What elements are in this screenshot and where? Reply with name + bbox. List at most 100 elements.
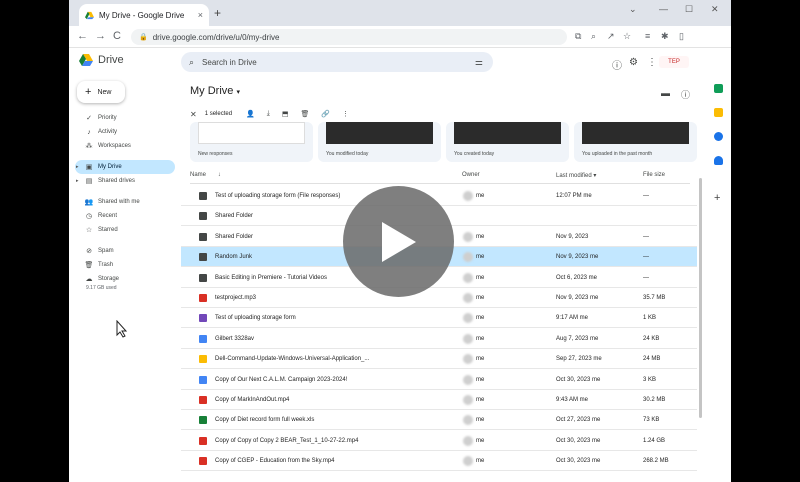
table-row[interactable]: Copy of Our Next C.A.L.M. Campaign 2023-… (181, 370, 697, 390)
table-row[interactable]: Test of uploading storage form me 9:17 AM … (181, 308, 697, 329)
file-name: Basic Editing in Premiere - Tutorial Vid… (215, 274, 327, 281)
tab-close-icon[interactable]: × (198, 10, 203, 20)
add-addon-icon[interactable]: + (714, 192, 723, 204)
account-brand-badge[interactable]: ΤΕΡ (659, 56, 689, 68)
sidebar-item-shared-drives[interactable]: ▸ ▤ Shared drives (75, 174, 175, 188)
suggested-card[interactable]: New responses (190, 122, 313, 162)
calendar-icon[interactable] (714, 84, 723, 93)
owner-avatar (463, 333, 473, 344)
tab-title: My Drive - Google Drive (99, 10, 185, 20)
owner-avatar (463, 435, 473, 446)
expand-caret-icon[interactable]: ▸ (76, 178, 79, 184)
download-icon[interactable]: ⤓ (267, 110, 270, 118)
sidebar-item-my-drive[interactable]: ▸ ▣ My Drive (75, 160, 175, 174)
sidebar-item-starred[interactable]: ☆ Starred (75, 223, 175, 237)
url-bar[interactable]: 🔒 drive.google.com/drive/u/0/my-drive (131, 29, 567, 45)
details-info-icon[interactable]: ⓘ (681, 88, 690, 101)
table-row[interactable]: Copy of CGEP - Education from the Sky.mp… (181, 451, 697, 472)
help-icon[interactable]: ⓘ (612, 57, 622, 72)
search-input[interactable]: ⌕ Search in Drive ⚌ (181, 52, 493, 72)
table-row[interactable]: testproject.mp3meNov 9, 2023 me35.7 MB⋮ (181, 288, 697, 308)
suggested-thumbnail (582, 122, 689, 144)
sidebar-item-activity[interactable]: ♪ Activity (75, 125, 175, 139)
sidebar-item-spam[interactable]: ⊘ Spam (75, 244, 175, 258)
column-header-name[interactable]: Name ↓ (190, 172, 221, 178)
list-view-icon[interactable]: ▬ (661, 88, 670, 98)
delete-trash-icon[interactable]: 🗑 (301, 110, 310, 118)
settings-gear-icon[interactable]: ⚙ (629, 57, 638, 68)
file-name: Copy of MarkInAndOut.mp4 (215, 397, 290, 403)
sidebar-item-storage[interactable]: ☁ Storage (75, 272, 175, 286)
suggested-card[interactable]: You uploaded in the past month (574, 122, 697, 162)
contacts-icon[interactable] (714, 156, 723, 165)
sort-arrow-icon[interactable]: ↓ (218, 172, 221, 178)
new-tab-button[interactable]: + (214, 6, 221, 20)
drive-favicon-icon (85, 11, 94, 19)
zoom-icon[interactable]: ⌕ (591, 31, 596, 42)
clear-selection-close-icon[interactable]: ✕ (190, 110, 197, 119)
table-row[interactable]: Copy of MarkInAndOut.mp4 me 9:43 AM me 30.2… (181, 390, 697, 410)
keep-icon[interactable] (714, 108, 723, 117)
install-icon[interactable]: ⧉ (575, 31, 581, 42)
video-play-button[interactable] (343, 186, 454, 297)
table-row[interactable]: Gilbert 3328avmeAug 7, 2023 me24 KB⋮ (181, 329, 697, 349)
workspaces-icon: ⁂ (85, 143, 93, 150)
column-header-owner[interactable]: Owner (462, 172, 480, 178)
table-row[interactable]: Copy of Copy of Copy 2 BEAR_Test_1_10-27… (181, 431, 697, 451)
drive-logo[interactable]: Drive (79, 54, 124, 66)
file-last-modified: Nov 9, 2023 me (556, 295, 599, 301)
move-to-folder-icon[interactable]: ⬒ (282, 110, 289, 118)
expand-caret-icon[interactable]: ▸ (76, 164, 79, 170)
chevron-down-icon[interactable]: ⌄ (629, 4, 637, 15)
browser-tab[interactable]: My Drive - Google Drive × (79, 4, 209, 26)
file-name: Copy of Diet record form full week.xls (215, 417, 315, 424)
minimize-button[interactable]: — (659, 4, 668, 14)
selection-toolbar: ✕ 1 selected 👤 ⤓ ⬒ 🗑 🔗 ⋮ (190, 107, 698, 121)
table-row[interactable]: Dell-Command-Update-Windows-Universal-Ap… (181, 349, 697, 370)
maximize-button[interactable]: ☐ (685, 4, 693, 15)
suggested-card[interactable]: You created today (446, 122, 569, 162)
suggested-card[interactable]: You modified today (318, 122, 441, 162)
table-row[interactable]: Copy of Diet record form full week.xls me… (181, 410, 697, 431)
file-last-modified: Oct 30, 2023 me (556, 437, 601, 444)
bookmark-star-icon[interactable]: ☆ (623, 31, 631, 42)
tasks-icon[interactable] (714, 132, 723, 141)
file-last-modified: Nov 9, 2023 me (556, 254, 599, 261)
new-button[interactable]: + New (77, 81, 125, 103)
forward-button[interactable]: → (95, 30, 106, 42)
back-button[interactable]: ← (77, 30, 88, 42)
close-window-button[interactable]: ✕ (711, 4, 719, 15)
column-header-modified[interactable]: Last modified ▾ (556, 172, 596, 179)
reload-button[interactable]: C (113, 30, 121, 42)
sidebar-item-priority[interactable]: ✓ Priority (75, 111, 175, 125)
share-icon[interactable]: ↗ (607, 31, 615, 42)
extensions-icon[interactable]: ✱ (661, 31, 669, 42)
scrollbar[interactable] (699, 178, 702, 418)
sidebar-item-shared-with-me[interactable]: 👥 Shared with me (75, 195, 175, 209)
sidebar-item-workspaces[interactable]: ⁂ Workspaces (75, 139, 175, 153)
file-name: Dell-Command-Update-Windows-Universal-Ap… (215, 356, 370, 363)
sidebar: + New ✓ Priority ♪ Activity ⁂ Workspaces… (69, 76, 177, 482)
file-size: — (643, 233, 649, 240)
reading-list-icon[interactable]: ≡ (645, 31, 650, 41)
folder-icon (199, 253, 207, 262)
share-person-icon[interactable]: 👤 (246, 110, 255, 118)
file-owner: me (476, 295, 485, 301)
copy-link-icon[interactable]: 🔗 (321, 110, 330, 118)
file-last-modified: Oct 30, 2023 me (556, 458, 601, 465)
file-name: Copy of CGEP - Education from the Sky.mp… (215, 458, 335, 465)
more-actions-icon[interactable]: ⋮ (342, 110, 349, 118)
sidebar-item-recent[interactable]: ◷ Recent (75, 209, 175, 223)
search-filter-icon[interactable]: ⚌ (475, 57, 483, 68)
sidebar-item-label: Workspaces (98, 143, 131, 149)
page-title[interactable]: My Drive ▾ (190, 85, 240, 97)
sidebar-item-trash[interactable]: 🗑 Trash (75, 258, 175, 272)
owner-avatar (463, 272, 473, 283)
side-panel-icon[interactable]: ▯ (679, 31, 684, 42)
sidebar-item-label: Spam (98, 248, 114, 254)
folder-icon (199, 192, 207, 200)
folder-icon (199, 273, 207, 282)
column-header-file-size[interactable]: File size (643, 172, 665, 178)
cloud-icon: ☁ (85, 276, 93, 283)
owner-avatar (463, 252, 473, 263)
